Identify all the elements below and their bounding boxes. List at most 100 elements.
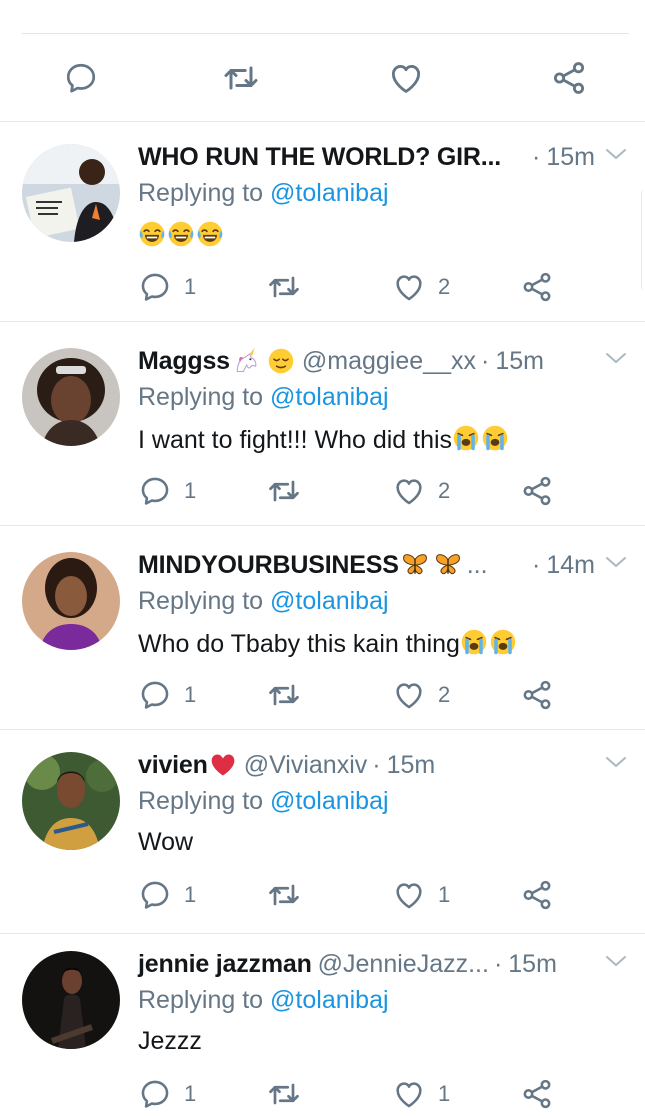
unicorn-icon — [232, 347, 260, 375]
reply-icon — [138, 474, 172, 508]
loudly-crying-face-icon — [452, 424, 480, 452]
display-name[interactable]: jennie jazzman — [138, 950, 312, 979]
like-icon — [392, 678, 426, 712]
reply-count: 1 — [184, 478, 197, 503]
like-count: 1 — [438, 1081, 451, 1106]
chevron-down-icon[interactable] — [605, 755, 627, 769]
reply-icon — [138, 270, 172, 304]
share-icon — [520, 1077, 554, 1111]
tweet-text-content: I want to fight!!! Who did this — [138, 426, 453, 454]
share-button[interactable] — [520, 474, 554, 508]
share-icon[interactable] — [549, 58, 589, 98]
like-button[interactable]: 1 — [392, 1077, 450, 1111]
retweet-icon[interactable] — [221, 58, 261, 98]
like-button[interactable]: 2 — [392, 678, 450, 712]
tweet-text-content: Jezzz — [138, 1027, 202, 1055]
avatar[interactable] — [22, 951, 120, 1049]
display-name[interactable]: vivien — [138, 751, 208, 780]
like-icon — [392, 878, 426, 912]
mention-link[interactable]: @tolanibaj — [270, 383, 389, 411]
loudly-crying-face-icon — [460, 628, 488, 656]
tweet-text: I want to fight!!! Who did this — [138, 424, 510, 455]
share-button[interactable] — [520, 678, 554, 712]
avatar[interactable] — [22, 144, 120, 242]
share-button[interactable] — [520, 1077, 554, 1111]
separator — [0, 321, 645, 322]
mention-link[interactable]: @tolanibaj — [270, 587, 389, 615]
reply-button[interactable]: 1 — [138, 878, 196, 912]
like-button[interactable]: 2 — [392, 474, 450, 508]
display-name[interactable]: Maggss — [138, 347, 230, 376]
replying-label: Replying to — [138, 383, 264, 411]
retweet-icon — [266, 473, 302, 509]
reply-count: 1 — [184, 1081, 197, 1106]
retweet-button[interactable] — [266, 1077, 302, 1111]
tweet-text: Wow — [138, 828, 193, 857]
reply-tweet[interactable]: MINDYOURBUSINESS ... · 14m Replying to @… — [0, 530, 645, 734]
retweet-button[interactable] — [266, 678, 302, 712]
display-name[interactable]: MINDYOURBUSINESS — [138, 551, 399, 580]
reply-count: 1 — [184, 882, 197, 907]
share-button[interactable] — [520, 878, 554, 912]
reply-tweet[interactable]: vivien @Vivianxiv · 15m Replying to @tol… — [0, 730, 645, 934]
retweet-button[interactable] — [266, 270, 302, 304]
chevron-down-icon[interactable] — [605, 351, 627, 365]
separator-dot: · — [372, 750, 381, 779]
mention-link[interactable]: @tolanibaj — [270, 179, 389, 207]
chevron-down-icon[interactable] — [605, 147, 627, 161]
reply-tweet[interactable]: Maggss @maggiee__xx · 15m Replying to @t… — [0, 326, 645, 530]
mention-link[interactable]: @tolanibaj — [270, 787, 389, 815]
like-count: 1 — [438, 882, 451, 907]
face-with-tears-of-joy-icon — [167, 220, 195, 248]
reply-tweet[interactable]: jennie jazzman @JennieJazz... · 15m Repl… — [0, 929, 645, 1116]
red-heart-icon — [209, 751, 237, 779]
retweet-button[interactable] — [266, 878, 302, 912]
avatar[interactable] — [22, 752, 120, 850]
timestamp[interactable]: 15m — [508, 950, 557, 979]
reply-button[interactable]: 1 — [138, 474, 196, 508]
reply-tweet[interactable]: WHO RUN THE WORLD? GIR... · 15m Replying… — [0, 122, 645, 326]
share-button[interactable] — [520, 270, 554, 304]
separator-dot: · — [532, 550, 541, 579]
face-with-tears-of-joy-icon — [196, 220, 224, 248]
reply-icon[interactable] — [61, 58, 101, 98]
chevron-down-icon[interactable] — [605, 954, 627, 968]
timestamp[interactable]: 15m — [387, 751, 436, 780]
replying-to: Replying to @tolanibaj — [138, 787, 389, 816]
timestamp[interactable]: 14m — [546, 551, 595, 580]
tweet-text-content: Who do Tbaby this kain thing — [138, 630, 460, 658]
display-name[interactable]: WHO RUN THE WORLD? GIR... — [138, 143, 501, 172]
like-button[interactable]: 1 — [392, 878, 450, 912]
like-icon[interactable] — [386, 58, 426, 98]
handle[interactable]: @Vivianxiv — [244, 751, 368, 780]
reply-icon — [138, 678, 172, 712]
relieved-face-icon — [267, 347, 295, 375]
handle[interactable]: @maggiee__xx — [302, 347, 476, 376]
reply-button[interactable]: 1 — [138, 270, 196, 304]
timestamp[interactable]: 15m — [495, 347, 544, 376]
like-count: 2 — [438, 274, 451, 299]
reply-icon — [138, 878, 172, 912]
share-icon — [520, 474, 554, 508]
tweet-actions: 1 2 — [138, 474, 568, 508]
retweet-icon — [266, 269, 302, 305]
like-icon — [392, 474, 426, 508]
handle[interactable]: @JennieJazz... — [318, 950, 489, 979]
tweet-text: Jezzz — [138, 1027, 202, 1056]
chevron-down-icon[interactable] — [605, 555, 627, 569]
retweet-icon — [266, 677, 302, 713]
avatar[interactable] — [22, 348, 120, 446]
loudly-crying-face-icon — [489, 628, 517, 656]
top-divider — [22, 33, 629, 34]
timestamp[interactable]: 15m — [546, 143, 595, 172]
avatar[interactable] — [22, 552, 120, 650]
separator-dot: · — [480, 346, 490, 375]
reply-button[interactable]: 1 — [138, 678, 196, 712]
replying-label: Replying to — [138, 587, 264, 615]
mention-link[interactable]: @tolanibaj — [270, 986, 389, 1014]
reply-icon — [138, 1077, 172, 1111]
retweet-button[interactable] — [266, 474, 302, 508]
separator-dot: · — [532, 142, 541, 171]
like-button[interactable]: 2 — [392, 270, 450, 304]
reply-button[interactable]: 1 — [138, 1077, 196, 1111]
